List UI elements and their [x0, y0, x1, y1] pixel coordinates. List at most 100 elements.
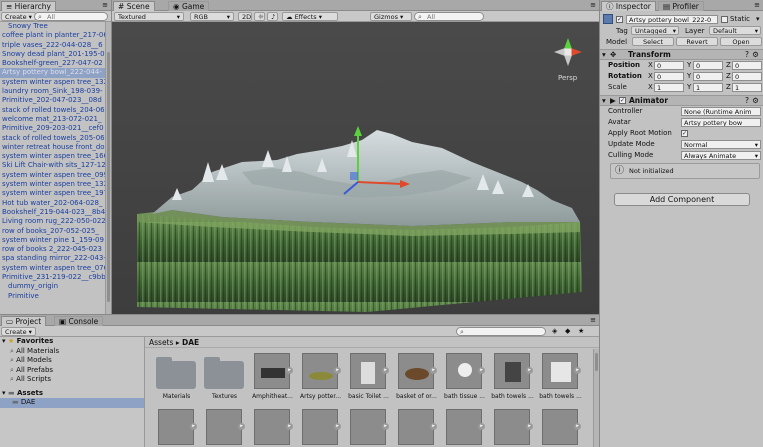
- transform-x-field[interactable]: 0: [654, 72, 684, 81]
- animator-field[interactable]: None (Runtime Anim: [681, 107, 761, 116]
- hierarchy-item[interactable]: Primitive_231-219-022__c9bb: [0, 273, 105, 282]
- create-dropdown[interactable]: Create ▾: [1, 327, 36, 336]
- asset-item[interactable]: ▸ basket of or...: [393, 353, 440, 408]
- hierarchy-item[interactable]: Snowy Tree: [0, 22, 105, 31]
- expand-arrow-icon[interactable]: ▸: [574, 423, 581, 430]
- asset-item[interactable]: ▸ bath towels ...: [537, 353, 584, 408]
- apply-root-motion-checkbox[interactable]: ✓: [681, 130, 688, 137]
- hierarchy-item[interactable]: stack of rolled towels_205-06: [0, 134, 105, 143]
- asset-folder-item[interactable]: ▬ DAE: [0, 398, 144, 408]
- hierarchy-item[interactable]: system winter pine 1_159-09: [0, 236, 105, 245]
- assets-header[interactable]: ▾ ▬ Assets: [0, 389, 144, 399]
- scene-search-input[interactable]: ⌕ All: [414, 12, 484, 21]
- favorite-item[interactable]: ⌕ All Prefabs: [0, 366, 144, 376]
- asset-item[interactable]: Materials: [153, 353, 200, 408]
- hierarchy-item[interactable]: spa standing mirror_222-043-: [0, 254, 105, 263]
- model-revert-button[interactable]: Revert: [676, 37, 718, 46]
- create-dropdown[interactable]: Create ▾: [1, 12, 36, 21]
- animator-field[interactable]: Artsy pottery bow: [681, 118, 761, 127]
- expand-arrow-icon[interactable]: ▸: [478, 423, 485, 430]
- hierarchy-item[interactable]: Primitive_209-203-021__cef0: [0, 124, 105, 133]
- settings-gear-icon[interactable]: ⚙: [752, 50, 759, 60]
- asset-item[interactable]: ▸: [537, 409, 584, 447]
- transform-z-field[interactable]: 0: [732, 61, 762, 70]
- shading-mode-dropdown[interactable]: Textured ▾: [114, 12, 184, 21]
- hierarchy-item[interactable]: Primitive_202-047-023__08d: [0, 96, 105, 105]
- hierarchy-item[interactable]: system winter aspen tree_132: [0, 78, 105, 87]
- transform-z-field[interactable]: 0: [732, 72, 762, 81]
- model-select-button[interactable]: Select: [632, 37, 674, 46]
- tab-console[interactable]: ▣ Console: [54, 316, 104, 326]
- expand-arrow-icon[interactable]: ▸: [430, 423, 437, 430]
- object-name-field[interactable]: Artsy pottery bowl_222-0: [626, 15, 718, 24]
- object-active-checkbox[interactable]: ✓: [616, 16, 623, 23]
- animator-field[interactable]: Normal ▾: [681, 140, 761, 149]
- help-icon[interactable]: ?: [745, 96, 749, 106]
- hierarchy-item[interactable]: welcome mat_213-072-021_: [0, 115, 105, 124]
- expand-arrow-icon[interactable]: ▸: [382, 423, 389, 430]
- expand-arrow-icon[interactable]: ▸: [478, 367, 485, 374]
- hierarchy-item[interactable]: row of books 2_222-045-023: [0, 245, 105, 254]
- asset-item[interactable]: ▸ bath towels ...: [489, 353, 536, 408]
- favorite-item[interactable]: ⌕ All Materials: [0, 347, 144, 357]
- scene-viewport[interactable]: Persp: [112, 22, 599, 314]
- hierarchy-item[interactable]: Snowy dead plant_201-195-0: [0, 50, 105, 59]
- asset-grid-scrollbar[interactable]: [593, 349, 599, 447]
- animator-enabled-checkbox[interactable]: ✓: [619, 97, 626, 104]
- hierarchy-item[interactable]: system winter aspen tree_166: [0, 152, 105, 161]
- asset-item[interactable]: ▸: [393, 409, 440, 447]
- hierarchy-item[interactable]: Artsy pottery bowl_222-044-: [0, 68, 105, 78]
- project-search-input[interactable]: ⌕: [456, 327, 546, 336]
- expand-arrow-icon[interactable]: ▸: [334, 367, 341, 374]
- hierarchy-item[interactable]: system winter aspen tree_197: [0, 189, 105, 198]
- hierarchy-item[interactable]: Ski Lift Chair-with sits_127-12: [0, 161, 105, 170]
- favorites-header[interactable]: ▾ ★ Favorites: [0, 337, 144, 347]
- animator-header[interactable]: ▾ ▶ ✓ Animator ? ⚙: [600, 95, 763, 106]
- favorite-star-icon[interactable]: ★: [578, 327, 584, 335]
- breadcrumb-dae[interactable]: DAE: [182, 338, 199, 347]
- tab-profiler[interactable]: ▤ Profiler: [658, 1, 704, 11]
- filter-by-type-icon[interactable]: ◈: [552, 327, 557, 335]
- tab-hierarchy[interactable]: ≡ Hierarchy: [1, 1, 56, 11]
- transform-y-field[interactable]: 0: [693, 72, 723, 81]
- hierarchy-item[interactable]: Living room rug_222-050-022: [0, 217, 105, 226]
- expand-arrow-icon[interactable]: ▸: [238, 423, 245, 430]
- hierarchy-search-input[interactable]: ⌕ All: [34, 12, 108, 21]
- effects-dropdown[interactable]: ☁ Effects ▾: [282, 12, 338, 21]
- tab-game[interactable]: ◉ Game: [168, 1, 210, 11]
- render-mode-dropdown[interactable]: RGB ▾: [190, 12, 234, 21]
- asset-item[interactable]: ▸: [201, 409, 248, 447]
- layer-dropdown[interactable]: Default ▾: [709, 26, 761, 35]
- expand-arrow-icon[interactable]: ▸: [526, 423, 533, 430]
- expand-arrow-icon[interactable]: ▸: [526, 367, 533, 374]
- scrollbar-thumb[interactable]: [595, 353, 598, 371]
- lighting-toggle-icon[interactable]: ☼: [254, 12, 265, 21]
- transform-header[interactable]: ▾ ✥ Transform ? ⚙: [600, 49, 763, 60]
- hierarchy-item[interactable]: system winter aspen tree_076: [0, 264, 105, 273]
- hierarchy-item[interactable]: stack of rolled towels_204-06: [0, 106, 105, 115]
- expand-arrow-icon[interactable]: ▸: [430, 367, 437, 374]
- settings-gear-icon[interactable]: ⚙: [752, 96, 759, 106]
- expand-arrow-icon[interactable]: ▸: [334, 423, 341, 430]
- hierarchy-item[interactable]: Hot tub water_202-064-028_: [0, 199, 105, 208]
- hierarchy-scrollbar[interactable]: [105, 22, 111, 314]
- transform-z-field[interactable]: 1: [732, 83, 762, 92]
- transform-y-field[interactable]: 1: [693, 83, 723, 92]
- tab-project[interactable]: ▭ Project: [1, 316, 47, 326]
- asset-item[interactable]: ▸: [489, 409, 536, 447]
- expand-arrow-icon[interactable]: ▸: [286, 423, 293, 430]
- static-dropdown-arrow-icon[interactable]: ▾: [756, 15, 760, 23]
- breadcrumb-assets[interactable]: Assets: [149, 338, 173, 347]
- hierarchy-item[interactable]: system winter aspen tree_099: [0, 171, 105, 180]
- model-open-button[interactable]: Open: [720, 37, 762, 46]
- favorite-item[interactable]: ⌕ All Models: [0, 356, 144, 366]
- expand-arrow-icon[interactable]: ▸: [574, 367, 581, 374]
- hierarchy-item[interactable]: Primitive: [0, 292, 105, 301]
- panel-menu-icon[interactable]: ≡: [102, 1, 108, 9]
- hierarchy-item[interactable]: dummy_origin: [0, 282, 105, 291]
- persp-label[interactable]: Persp: [558, 74, 578, 82]
- 2d-toggle[interactable]: 2D: [238, 12, 252, 21]
- expand-arrow-icon[interactable]: ▸: [382, 367, 389, 374]
- hierarchy-item[interactable]: system winter aspen tree_132: [0, 180, 105, 189]
- expand-arrow-icon[interactable]: ▸: [286, 367, 293, 374]
